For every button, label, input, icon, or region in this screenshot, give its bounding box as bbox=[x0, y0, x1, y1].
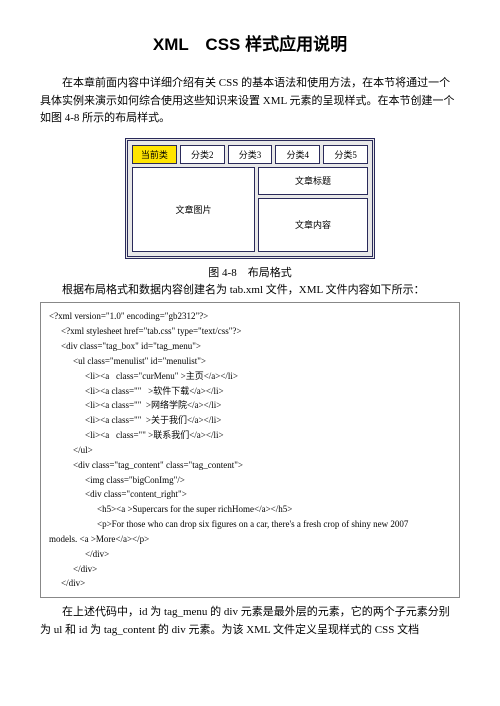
code-block: <?xml version="1.0" encoding="gb2312"?><… bbox=[40, 302, 460, 598]
tab-2: 分类2 bbox=[180, 145, 225, 164]
right-column: 文章标题 文章内容 bbox=[258, 167, 368, 252]
code-line: <h5><a >Supercars for the super richHome… bbox=[49, 502, 451, 517]
code-line: <li><a class="" >网络学院</a></li> bbox=[49, 398, 451, 413]
code-line: </div> bbox=[49, 547, 451, 562]
figure-description: 根据布局格式和数据内容创建名为 tab.xml 文件，XML 文件内容如下所示： bbox=[40, 282, 460, 299]
footer-paragraph: 在上述代码中，id 为 tag_menu 的 div 元素是最外层的元素，它的两… bbox=[40, 604, 460, 639]
layout-figure: 当前类 分类2 分类3 分类4 分类5 文章图片 文章标题 文章内容 bbox=[40, 138, 460, 259]
article-image-box: 文章图片 bbox=[132, 167, 255, 252]
tab-5: 分类5 bbox=[323, 145, 368, 164]
code-line: <li><a class="" >软件下载</a></li> bbox=[49, 384, 451, 399]
code-line: </div> bbox=[49, 576, 451, 591]
tab-4: 分类4 bbox=[275, 145, 320, 164]
code-line: <div class="tag_content" class="tag_cont… bbox=[49, 458, 451, 473]
code-line: <img class="bigConImg"/> bbox=[49, 473, 451, 488]
figure-caption: 图 4-8 布局格式 bbox=[40, 264, 460, 280]
article-title-box: 文章标题 bbox=[258, 167, 368, 195]
code-line: <ul class="menulist" id="menulist"> bbox=[49, 354, 451, 369]
doc-title: XML CSS 样式应用说明 bbox=[40, 30, 460, 55]
tabs-row: 当前类 分类2 分类3 分类4 分类5 bbox=[132, 145, 368, 164]
tab-current: 当前类 bbox=[132, 145, 177, 164]
code-line: <div class="tag_box" id="tag_menu"> bbox=[49, 339, 451, 354]
code-line: <li><a class="curMenu" >主页</a></li> bbox=[49, 369, 451, 384]
intro-paragraph: 在本章前面内容中详细介绍有关 CSS 的基本语法和使用方法，在本节将通过一个具体… bbox=[40, 75, 460, 128]
code-line: <li><a class="" >关于我们</a></li> bbox=[49, 413, 451, 428]
code-line: </div> bbox=[49, 562, 451, 577]
code-line: <p>For those who can drop six figures on… bbox=[49, 517, 451, 532]
tab-3: 分类3 bbox=[228, 145, 273, 164]
layout-frame: 当前类 分类2 分类3 分类4 分类5 文章图片 文章标题 文章内容 bbox=[125, 138, 375, 259]
code-line: <?xml stylesheet href="tab.css" type="te… bbox=[49, 324, 451, 339]
code-line: <li><a class="" >联系我们</a></li> bbox=[49, 428, 451, 443]
code-line: models. <a >More</a></p> bbox=[49, 532, 451, 547]
code-line: </ul> bbox=[49, 443, 451, 458]
code-line: <div class="content_right"> bbox=[49, 487, 451, 502]
content-row: 文章图片 文章标题 文章内容 bbox=[132, 167, 368, 252]
article-content-box: 文章内容 bbox=[258, 198, 368, 252]
code-line: <?xml version="1.0" encoding="gb2312"?> bbox=[49, 309, 451, 324]
